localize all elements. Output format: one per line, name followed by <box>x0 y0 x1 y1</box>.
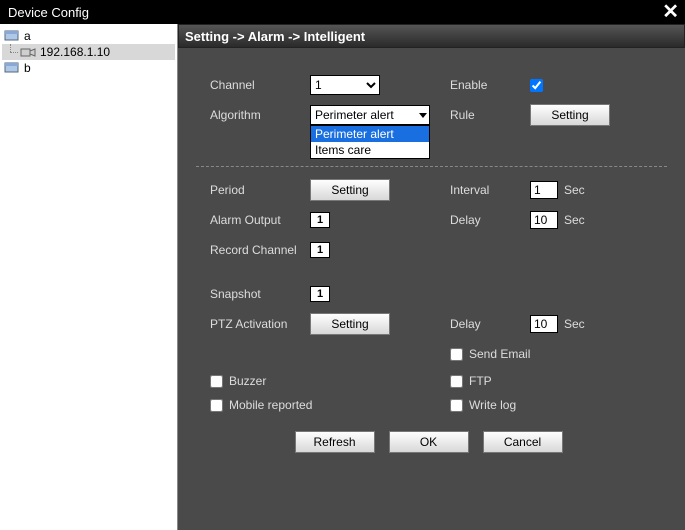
tree-node-label: a <box>24 29 31 43</box>
ftp-checkbox[interactable] <box>450 375 463 388</box>
tree-node-a[interactable]: a <box>2 28 175 44</box>
algorithm-select[interactable]: Perimeter alert <box>310 105 430 125</box>
interval-input[interactable] <box>530 181 558 199</box>
record-channel-box[interactable]: 1 <box>310 242 330 258</box>
refresh-button[interactable]: Refresh <box>295 431 375 453</box>
ptz-delay-input[interactable] <box>530 315 558 333</box>
algorithm-dropdown: Perimeter alert Items care <box>310 125 430 159</box>
rule-setting-button[interactable]: Setting <box>530 104 610 126</box>
alarm-delay-input[interactable] <box>530 211 558 229</box>
enable-label: Enable <box>450 78 530 92</box>
breadcrumb: Setting -> Alarm -> Intelligent <box>178 24 685 48</box>
close-icon[interactable]: ✕ <box>662 2 679 22</box>
period-label: Period <box>210 183 310 197</box>
period-setting-button[interactable]: Setting <box>310 179 390 201</box>
send-email-checkbox[interactable] <box>450 348 463 361</box>
buzzer-checkbox[interactable] <box>210 375 223 388</box>
alarm-output-box[interactable]: 1 <box>310 212 330 228</box>
window-title: Device Config <box>6 5 89 20</box>
snapshot-box[interactable]: 1 <box>310 286 330 302</box>
camera-icon <box>20 45 36 59</box>
ptz-delay-label: Delay <box>450 317 530 331</box>
ptz-activation-label: PTZ Activation <box>210 317 310 331</box>
algorithm-option[interactable]: Items care <box>311 142 429 158</box>
write-log-checkbox[interactable] <box>450 399 463 412</box>
write-log-label: Write log <box>469 398 516 412</box>
algorithm-selected-value: Perimeter alert <box>315 108 394 122</box>
buzzer-label: Buzzer <box>229 374 266 388</box>
device-tree: a 192.168.1.10 b <box>0 24 178 530</box>
algorithm-label: Algorithm <box>210 108 310 122</box>
tree-node-ip[interactable]: 192.168.1.10 <box>2 44 175 60</box>
cancel-button[interactable]: Cancel <box>483 431 563 453</box>
enable-checkbox[interactable] <box>530 79 543 92</box>
sec-unit: Sec <box>564 183 585 197</box>
snapshot-label: Snapshot <box>210 287 310 301</box>
tree-node-label: b <box>24 61 31 75</box>
tree-node-b[interactable]: b <box>2 60 175 76</box>
send-email-label: Send Email <box>469 347 530 361</box>
rule-label: Rule <box>450 108 530 122</box>
breadcrumb-text: Setting -> Alarm -> Intelligent <box>185 29 365 44</box>
ftp-label: FTP <box>469 374 492 388</box>
channel-select[interactable]: 1 <box>310 75 380 95</box>
tree-node-label: 192.168.1.10 <box>40 45 110 59</box>
alarm-output-label: Alarm Output <box>210 213 310 227</box>
channel-label: Channel <box>210 78 310 92</box>
delay-label: Delay <box>450 213 530 227</box>
mobile-reported-checkbox[interactable] <box>210 399 223 412</box>
interval-label: Interval <box>450 183 530 197</box>
ok-button[interactable]: OK <box>389 431 469 453</box>
record-channel-label: Record Channel <box>210 243 310 257</box>
sec-unit: Sec <box>564 317 585 331</box>
mobile-reported-label: Mobile reported <box>229 398 312 412</box>
algorithm-option[interactable]: Perimeter alert <box>311 126 429 142</box>
device-icon <box>4 61 20 75</box>
titlebar: Device Config ✕ <box>0 0 685 24</box>
ptz-setting-button[interactable]: Setting <box>310 313 390 335</box>
device-icon <box>4 29 20 43</box>
chevron-down-icon <box>419 113 427 118</box>
sec-unit: Sec <box>564 213 585 227</box>
